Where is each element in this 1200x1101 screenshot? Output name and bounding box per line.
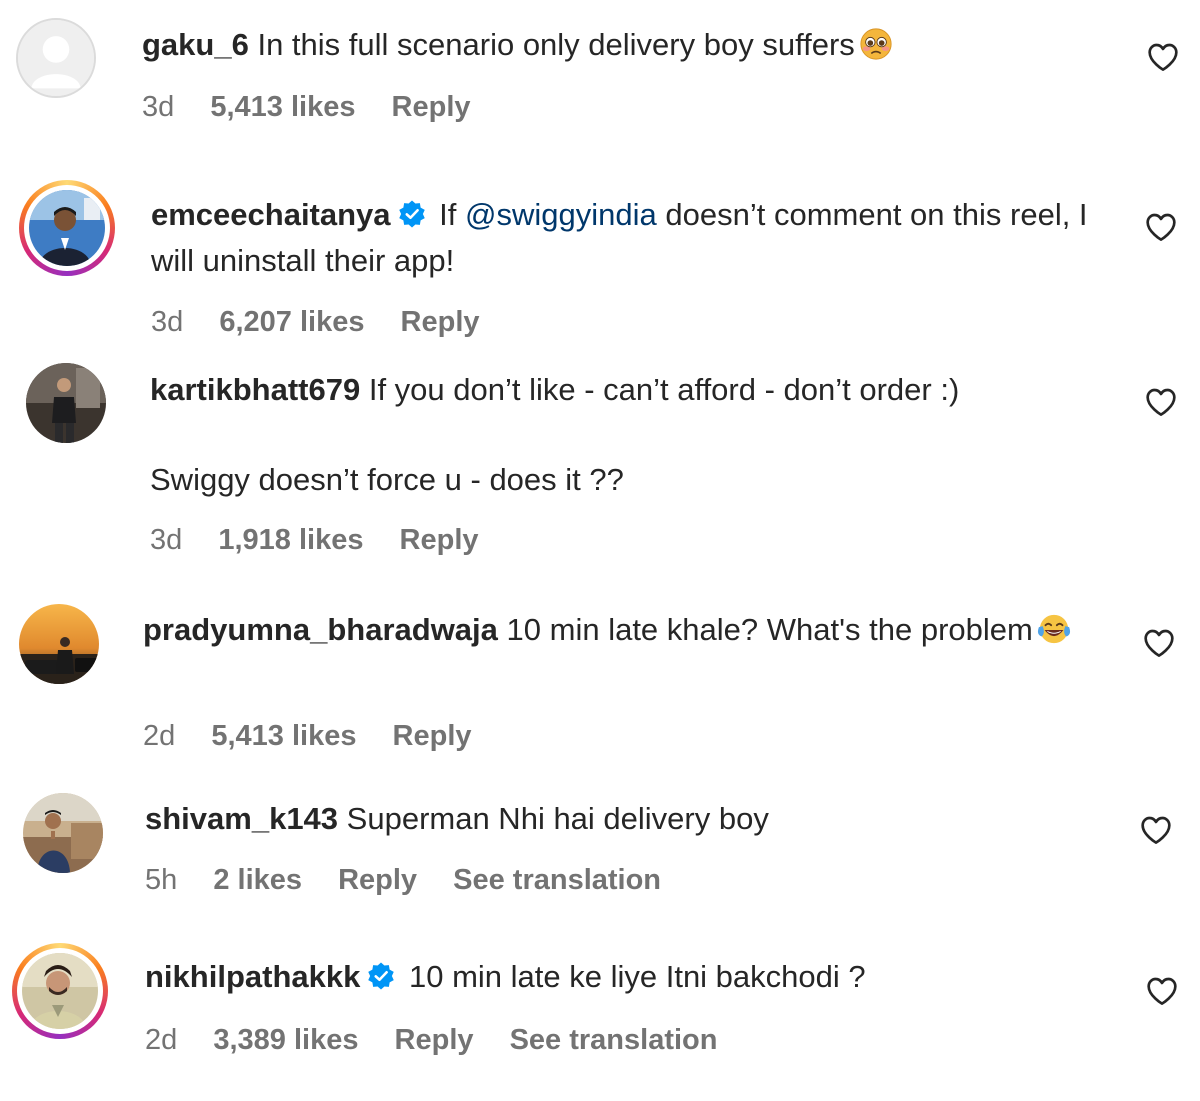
comment-text: nikhilpathakkk 10 min late ke liye Itni … xyxy=(145,954,1105,1000)
reply-button[interactable]: Reply xyxy=(400,524,479,556)
reply-button[interactable]: Reply xyxy=(392,91,471,123)
reply-button[interactable]: Reply xyxy=(393,720,472,752)
comment-meta: 3d 1,918 likes Reply xyxy=(150,520,507,560)
heart-icon[interactable] xyxy=(1140,815,1172,845)
comment-meta: 5h 2 likes Reply See translation xyxy=(145,860,689,900)
comment-likes[interactable]: 5,413 likes xyxy=(211,720,356,752)
comment-meta: 3d 5,413 likes Reply xyxy=(142,87,499,127)
see-translation-button[interactable]: See translation xyxy=(510,1024,718,1056)
comment-time: 2d xyxy=(143,720,176,752)
profile-photo xyxy=(19,604,99,684)
comment-text: shivam_k143 Superman Nhi hai delivery bo… xyxy=(145,796,1105,842)
reply-button[interactable]: Reply xyxy=(338,864,417,896)
avatar[interactable] xyxy=(16,18,96,98)
comment-body: In this full scenario only delivery boy … xyxy=(257,27,855,62)
verified-badge-icon xyxy=(397,199,427,229)
mention-link[interactable]: @swiggyindia xyxy=(465,197,657,232)
comment-meta: 2d 3,389 likes Reply See translation xyxy=(145,1020,745,1060)
comment-username[interactable]: shivam_k143 xyxy=(145,801,338,836)
reply-button[interactable]: Reply xyxy=(401,306,480,338)
avatar[interactable] xyxy=(19,604,99,684)
comment-likes[interactable]: 5,413 likes xyxy=(210,91,355,123)
heart-icon[interactable] xyxy=(1143,628,1175,658)
comment-username[interactable]: kartikbhatt679 xyxy=(150,372,360,407)
default-avatar-icon xyxy=(18,20,94,96)
comment-username[interactable]: emceechaitanya xyxy=(151,197,391,232)
comment-text: emceechaitanya If @swiggyindia doesn’t c… xyxy=(151,192,1111,284)
avatar[interactable] xyxy=(19,180,115,276)
avatar[interactable] xyxy=(23,793,103,873)
profile-photo xyxy=(23,793,103,873)
avatar[interactable] xyxy=(12,943,108,1039)
comment-body: If you don’t like - can’t afford - don’t… xyxy=(368,372,960,407)
avatar[interactable] xyxy=(26,363,106,443)
comment-time: 5h xyxy=(145,864,178,896)
comment-username[interactable]: gaku_6 xyxy=(142,27,249,62)
pleading-face-emoji xyxy=(859,27,893,61)
comment-time: 3d xyxy=(151,306,184,338)
see-translation-button[interactable]: See translation xyxy=(453,864,661,896)
comment-likes[interactable]: 6,207 likes xyxy=(219,306,364,338)
comment-body: If xyxy=(439,197,457,232)
comment-meta: 3d 6,207 likes Reply xyxy=(151,302,508,342)
comment-likes[interactable]: 2 likes xyxy=(213,864,302,896)
heart-icon[interactable] xyxy=(1145,212,1177,242)
comment-text: kartikbhatt679 If you don’t like - can’t… xyxy=(150,367,1110,503)
heart-icon[interactable] xyxy=(1146,976,1178,1006)
comment-username[interactable]: nikhilpathakkk xyxy=(145,959,360,994)
comment-likes[interactable]: 3,389 likes xyxy=(213,1024,358,1056)
comment-body: 10 min late ke liye Itni bakchodi ? xyxy=(408,959,866,994)
profile-photo xyxy=(22,953,98,1029)
comment-body-line2: Swiggy doesn’t force u - does it ?? xyxy=(150,462,624,497)
comment-time: 3d xyxy=(142,91,175,123)
comment-body: Superman Nhi hai delivery boy xyxy=(346,801,769,836)
verified-badge-icon xyxy=(366,961,396,991)
laughing-tears-emoji xyxy=(1037,612,1071,646)
comment-text: gaku_6 In this full scenario only delive… xyxy=(142,22,1102,68)
comment-time: 3d xyxy=(150,524,183,556)
heart-icon[interactable] xyxy=(1147,42,1179,72)
profile-photo xyxy=(29,190,105,266)
comment-time: 2d xyxy=(145,1024,178,1056)
heart-icon[interactable] xyxy=(1145,387,1177,417)
comment-text: pradyumna_bharadwaja 10 min late khale? … xyxy=(143,607,1103,653)
reply-button[interactable]: Reply xyxy=(395,1024,474,1056)
comment-meta: 2d 5,413 likes Reply xyxy=(143,716,500,756)
profile-photo xyxy=(26,363,106,443)
comment-body: 10 min late khale? What's the problem xyxy=(506,612,1033,647)
comment-username[interactable]: pradyumna_bharadwaja xyxy=(143,612,498,647)
comment-likes[interactable]: 1,918 likes xyxy=(218,524,363,556)
